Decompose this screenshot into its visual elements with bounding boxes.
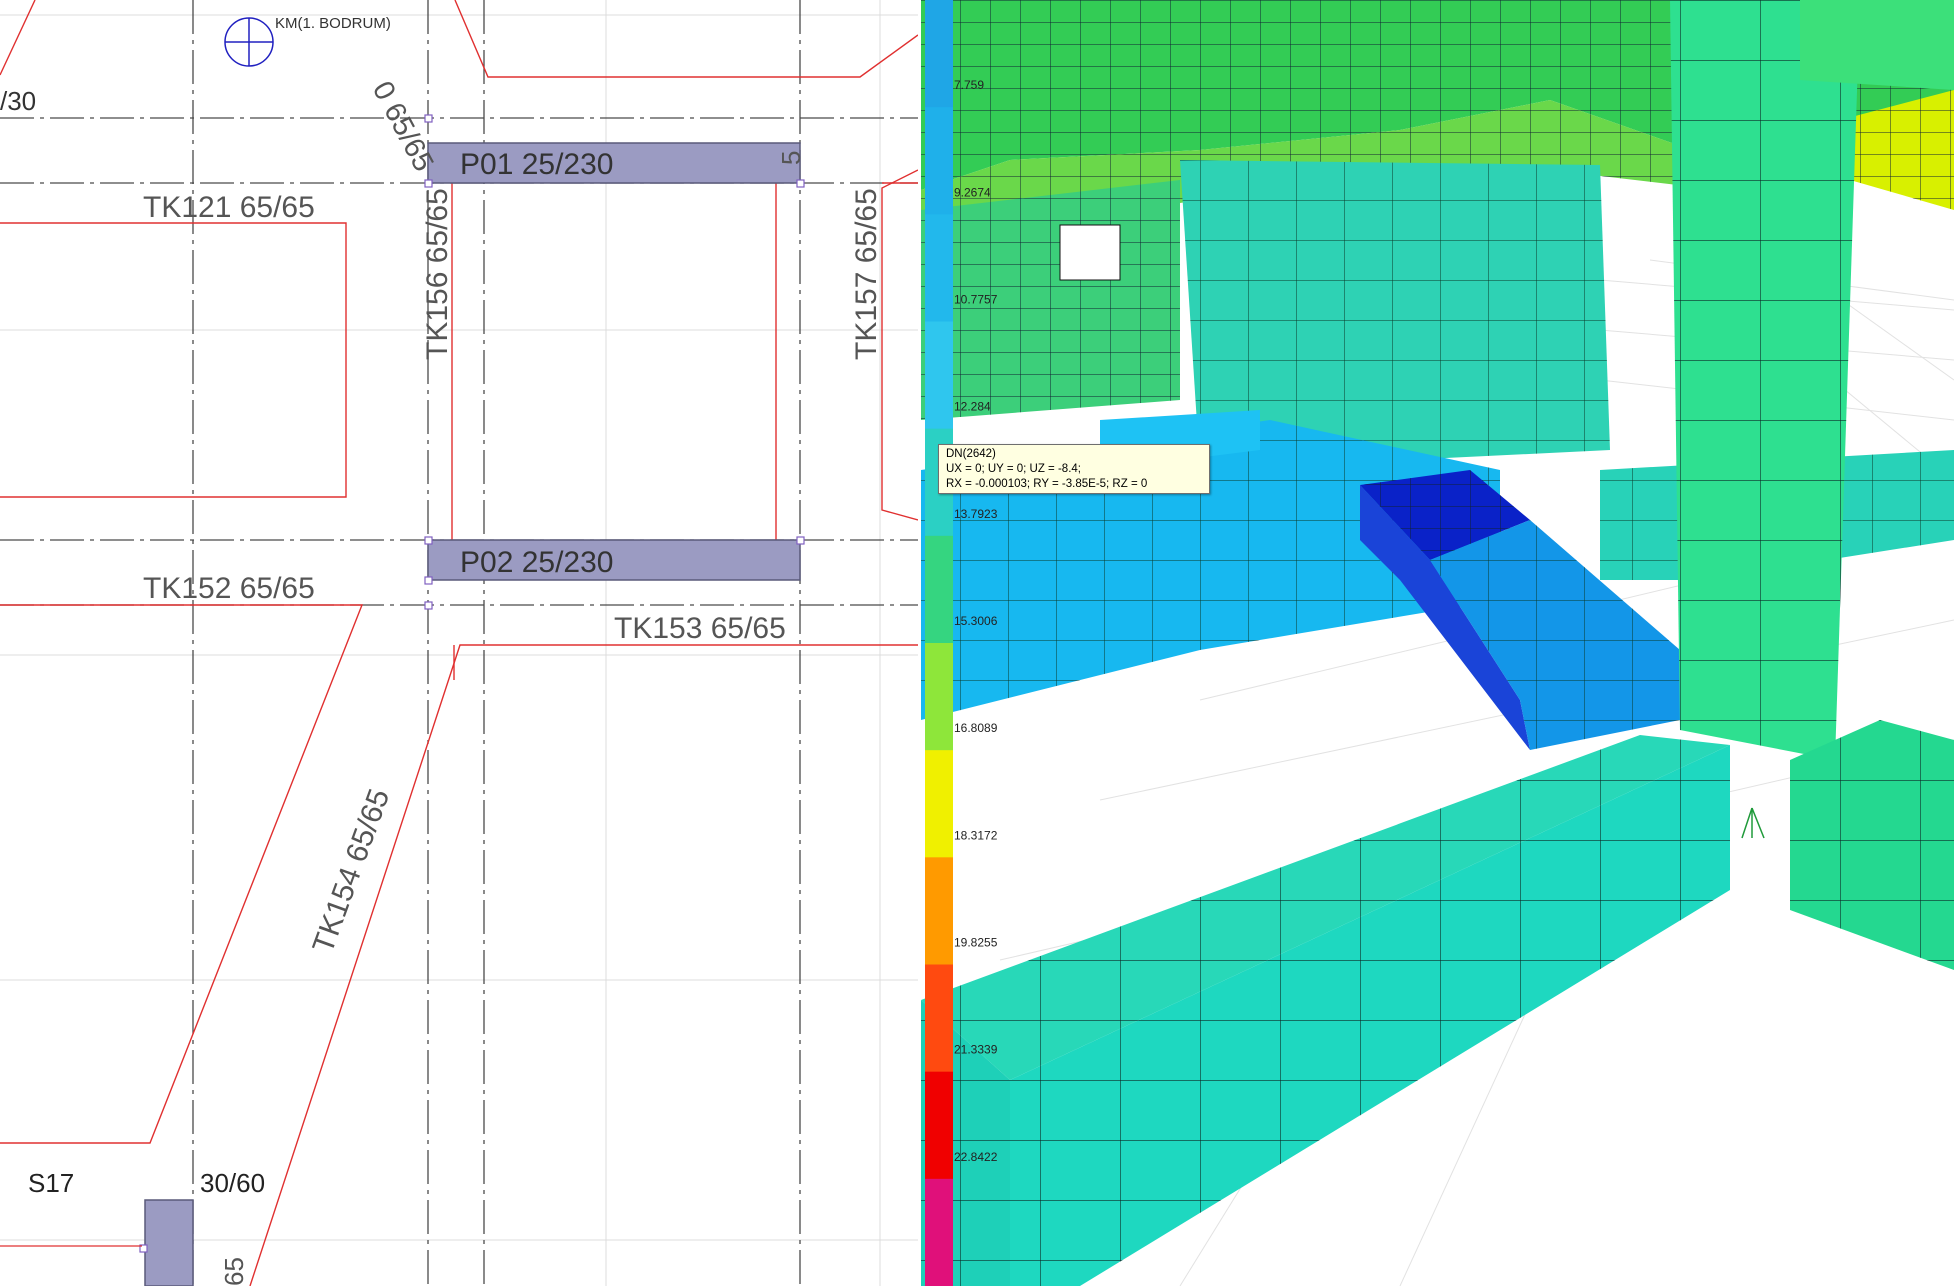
legend-value: 22.8422 xyxy=(954,1150,998,1164)
wall-opening xyxy=(1059,224,1121,281)
column-label-p01[interactable]: P01 25/230 xyxy=(460,148,613,181)
column-label-p02[interactable]: P02 25/230 xyxy=(460,546,613,579)
legend-value: 9.2674 xyxy=(954,185,991,199)
beam-label-fragment-left: /30 xyxy=(0,86,36,116)
column-size-s17: 30/60 xyxy=(200,1168,265,1198)
columns xyxy=(144,142,801,1286)
legend-swatch xyxy=(925,964,953,1073)
legend-swatch xyxy=(925,643,953,752)
column-label-fragment-p01: 5 xyxy=(776,151,806,165)
tooltip-translations: UX = 0; UY = 0; UZ = -8.4; xyxy=(946,463,1081,475)
legend-swatch xyxy=(925,535,953,644)
legend-color-bar xyxy=(925,0,953,1286)
beam-label-tk152[interactable]: TK152 65/65 xyxy=(143,572,315,605)
legend-value: 15.3006 xyxy=(954,614,998,628)
tooltip-node-id: DN(2642) xyxy=(946,448,996,460)
legend-value: 13.7923 xyxy=(954,507,998,521)
plan-view[interactable]: KM(1. BODRUM) 0 65/65 /30 TK121 65/65 TK… xyxy=(0,0,918,1286)
level-marker-icon[interactable] xyxy=(224,17,274,67)
column-s17 xyxy=(144,1199,194,1286)
legend-value: 18.3172 xyxy=(954,828,998,842)
node-markers[interactable] xyxy=(139,114,805,1253)
legend-swatch xyxy=(925,857,953,966)
level-label: KM(1. BODRUM) xyxy=(275,15,391,32)
legend-value: 12.284 xyxy=(954,400,991,414)
legend-value: 19.8255 xyxy=(954,936,998,950)
beam-label-fragment-bottom: 65 xyxy=(219,1257,249,1286)
legend-swatch xyxy=(925,321,953,430)
legend-value: 21.3339 xyxy=(954,1043,998,1057)
legend-swatch xyxy=(925,214,953,323)
node-tooltip: DN(2642) UX = 0; UY = 0; UZ = -8.4; RX =… xyxy=(938,444,1210,494)
legend-swatch xyxy=(925,107,953,216)
beam-label-tk154[interactable]: TK154 65/65 xyxy=(307,785,397,958)
column-label-s17[interactable]: S17 xyxy=(28,1168,74,1198)
legend-swatch xyxy=(925,1071,953,1180)
legend-swatch xyxy=(925,1178,953,1286)
legend-swatch xyxy=(925,750,953,859)
analysis-canvas[interactable]: 7.759 9.2674 10.7757 12.284 13.7923 15.3006 16… xyxy=(918,0,1954,1286)
legend-swatch xyxy=(925,0,953,109)
legend-value: 7.759 xyxy=(954,78,984,92)
legend-value: 16.8089 xyxy=(954,721,998,735)
beam-label-tk156[interactable]: TK156 65/65 xyxy=(421,188,454,360)
support-icon[interactable] xyxy=(1741,807,1765,839)
column-right xyxy=(1800,0,1954,90)
beam-label-tk121[interactable]: TK121 65/65 xyxy=(143,191,315,224)
beam-label-tk153[interactable]: TK153 65/65 xyxy=(614,612,786,645)
beam-label-tk157[interactable]: TK157 65/65 xyxy=(850,188,883,360)
tooltip-rotations: RX = -0.000103; RY = -3.85E-5; RZ = 0 xyxy=(946,478,1148,490)
analysis-3d-view[interactable]: 7.759 9.2674 10.7757 12.284 13.7923 15.3006 16… xyxy=(918,0,1954,1286)
plan-canvas[interactable]: KM(1. BODRUM) 0 65/65 /30 TK121 65/65 TK… xyxy=(0,0,918,1286)
legend-value: 10.7757 xyxy=(954,293,998,307)
